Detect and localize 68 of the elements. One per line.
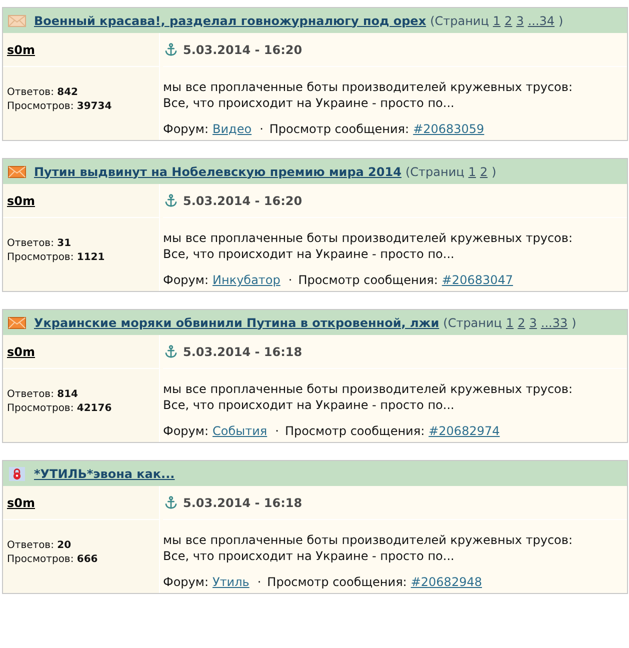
- page-link[interactable]: 2: [480, 164, 488, 178]
- anchor-icon: [165, 194, 177, 207]
- topic-title-link[interactable]: Украинские моряки обвинили Путина в откровенной, лжи: [34, 316, 440, 330]
- replies-count: Ответов: 20: [7, 539, 72, 553]
- pages-bracket: ): [572, 316, 576, 330]
- post-date: 5.03.2014 - 16:20: [183, 42, 302, 56]
- page-link[interactable]: ...34: [528, 14, 555, 28]
- post-excerpt: мы все проплаченные боты производителей кружевных трусов: Все, что происходит на Украине - просто по...: [163, 381, 574, 413]
- post-label: Просмотр сообщения:: [269, 121, 410, 137]
- author-link[interactable]: s0m: [7, 42, 35, 56]
- anchor-icon: [165, 43, 177, 56]
- forum-label: Форум:: [163, 121, 208, 137]
- replies-count: Ответов: 31: [7, 237, 72, 251]
- dot-separator: ·: [288, 272, 292, 288]
- page-link[interactable]: 2: [504, 14, 512, 28]
- post-label: Просмотр сообщения:: [298, 272, 438, 288]
- author-link[interactable]: s0m: [7, 344, 35, 358]
- page-link[interactable]: 2: [518, 316, 526, 330]
- anchor-icon: [165, 345, 177, 358]
- dot-separator: ·: [260, 121, 264, 137]
- forum-link[interactable]: Видео: [212, 121, 252, 137]
- post-date: 5.03.2014 - 16:20: [183, 194, 302, 208]
- topic-title-link[interactable]: Путин выдвинут на Нобелевскую премию мира 2014: [34, 164, 402, 178]
- author-link[interactable]: s0m: [7, 496, 35, 510]
- envelope-icon: [8, 316, 26, 328]
- page-link[interactable]: 3: [516, 14, 524, 28]
- anchor-icon: [165, 496, 177, 509]
- pages-label: (Страниц: [443, 316, 502, 330]
- post-link[interactable]: #20682974: [428, 423, 500, 439]
- views-count: Просмотров: 666: [7, 553, 99, 567]
- page-link[interactable]: 1: [506, 316, 514, 330]
- post-label: Просмотр сообщения:: [267, 574, 407, 590]
- forum-link[interactable]: Инкубатор: [212, 272, 280, 288]
- page-link[interactable]: 1: [468, 164, 476, 178]
- page-link[interactable]: ...33: [540, 316, 568, 330]
- topic-title-link[interactable]: *УТИЛЬ*эвона как...: [34, 466, 175, 480]
- post-date: 5.03.2014 - 16:18: [183, 344, 302, 358]
- post-excerpt: мы все проплаченные боты производителей кружевных трусов: Все, что происходит на Украине - просто по...: [163, 532, 574, 564]
- pages-bracket: ): [558, 14, 564, 28]
- replies-count: Ответов: 842: [7, 86, 80, 100]
- post-label: Просмотр сообщения:: [284, 423, 425, 439]
- dot-separator: ·: [257, 574, 262, 590]
- forum-label: Форум:: [163, 272, 208, 288]
- envelope-icon: [8, 166, 26, 178]
- page-link[interactable]: 1: [492, 14, 501, 28]
- forum-label: Форум:: [163, 423, 208, 439]
- forum-link[interactable]: События: [212, 423, 268, 439]
- page-link[interactable]: 3: [529, 316, 537, 330]
- pages-bracket: ): [492, 164, 496, 178]
- envelope-icon: [8, 14, 26, 26]
- post-link[interactable]: #20683047: [442, 272, 514, 288]
- post-link[interactable]: #20682948: [410, 574, 482, 590]
- padlock-icon: [9, 466, 25, 480]
- post-excerpt: мы все проплаченные боты производителей кружевных трусов: Все, что происходит на Украине - просто по...: [163, 230, 574, 262]
- pages-label: (Страниц: [405, 164, 464, 178]
- forum-label: Форум:: [163, 574, 208, 590]
- views-count: Просмотров: 39734: [7, 100, 113, 114]
- author-link[interactable]: s0m: [7, 194, 35, 208]
- post-link[interactable]: #20683059: [413, 121, 484, 137]
- topic-title-link[interactable]: Военный красава!, разделал говножурналюгу под орех: [34, 14, 426, 28]
- post-date: 5.03.2014 - 16:18: [183, 496, 302, 510]
- replies-count: Ответов: 814: [7, 388, 80, 402]
- post-excerpt: мы все проплаченные боты производителей кружевных трусов: Все, что происходит на Украине - просто по...: [163, 79, 574, 111]
- forum-link[interactable]: Утиль: [212, 574, 250, 590]
- pages-label: (Страниц: [430, 14, 489, 28]
- views-count: Просмотров: 42176: [7, 402, 113, 416]
- dot-separator: ·: [275, 423, 279, 439]
- views-count: Просмотров: 1121: [7, 251, 106, 265]
